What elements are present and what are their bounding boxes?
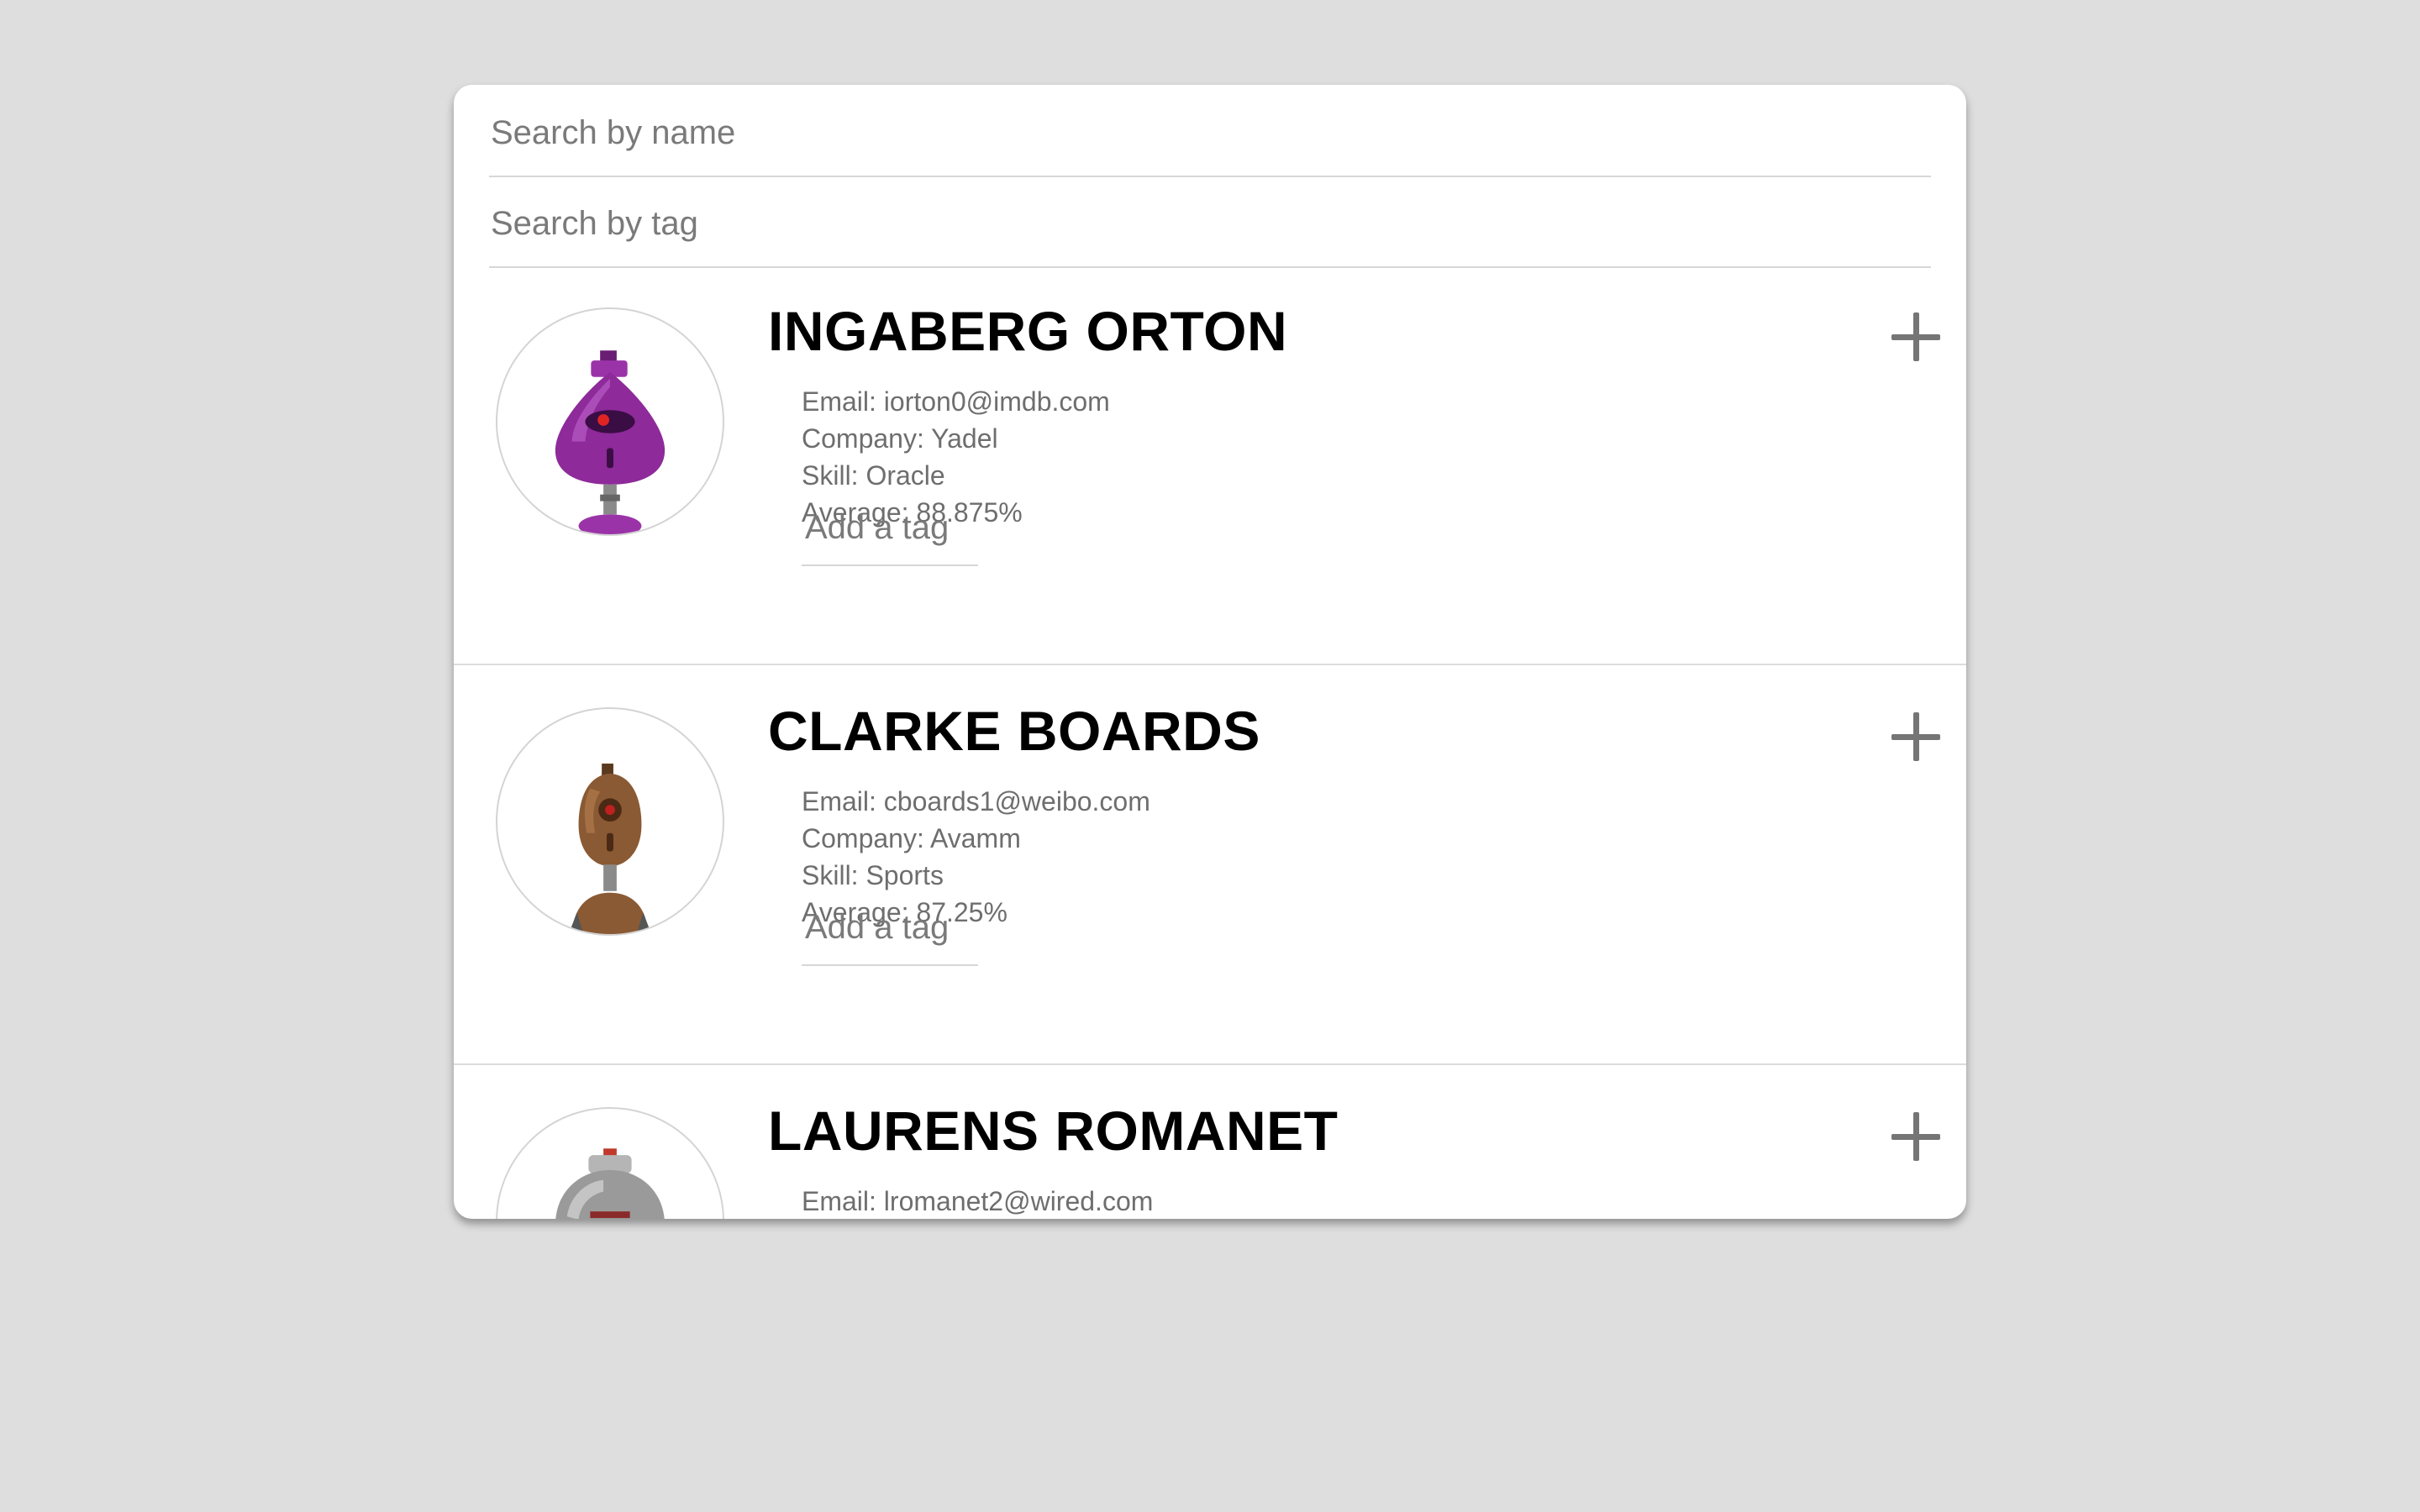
student-details: Email: lromanet2@wired.com — [802, 1183, 1153, 1219]
search-by-tag-input[interactable] — [489, 181, 1931, 268]
student-name: CLARKE BOARDS — [768, 700, 1260, 762]
student-item: CLARKE BOARDS Email: cboards1@weibo.com … — [454, 665, 1966, 1065]
expand-button[interactable] — [1886, 1107, 1945, 1166]
student-company: Company: Avamm — [802, 823, 1021, 853]
student-name: LAURENS ROMANET — [768, 1100, 1339, 1162]
student-email: Email: lromanet2@wired.com — [802, 1186, 1154, 1216]
student-card-panel: INGABERG ORTON Email: iorton0@imdb.com C… — [454, 85, 1966, 1219]
student-company: Company: Yadel — [802, 423, 998, 454]
add-tag-input[interactable] — [802, 890, 978, 966]
expand-button[interactable] — [1886, 307, 1945, 366]
search-by-name-input[interactable] — [489, 90, 1931, 177]
expand-button[interactable] — [1886, 707, 1945, 766]
brown-robot-avatar-icon — [568, 764, 652, 934]
student-list: INGABERG ORTON Email: iorton0@imdb.com C… — [454, 265, 1966, 1219]
student-email: Email: iorton0@imdb.com — [802, 386, 1110, 417]
avatar — [496, 707, 724, 936]
avatar — [496, 307, 724, 536]
purple-robot-avatar-icon — [555, 350, 666, 534]
student-skill: Skill: Sports — [802, 860, 944, 890]
student-name: INGABERG ORTON — [768, 300, 1288, 362]
student-item: LAURENS ROMANET Email: lromanet2@wired.c… — [454, 1065, 1966, 1219]
avatar — [496, 1107, 724, 1219]
student-email: Email: cboards1@weibo.com — [802, 786, 1150, 816]
student-item: INGABERG ORTON Email: iorton0@imdb.com C… — [454, 265, 1966, 665]
student-skill: Skill: Oracle — [802, 460, 945, 491]
gray-robot-avatar-icon — [555, 1148, 665, 1219]
add-tag-input[interactable] — [802, 491, 978, 566]
